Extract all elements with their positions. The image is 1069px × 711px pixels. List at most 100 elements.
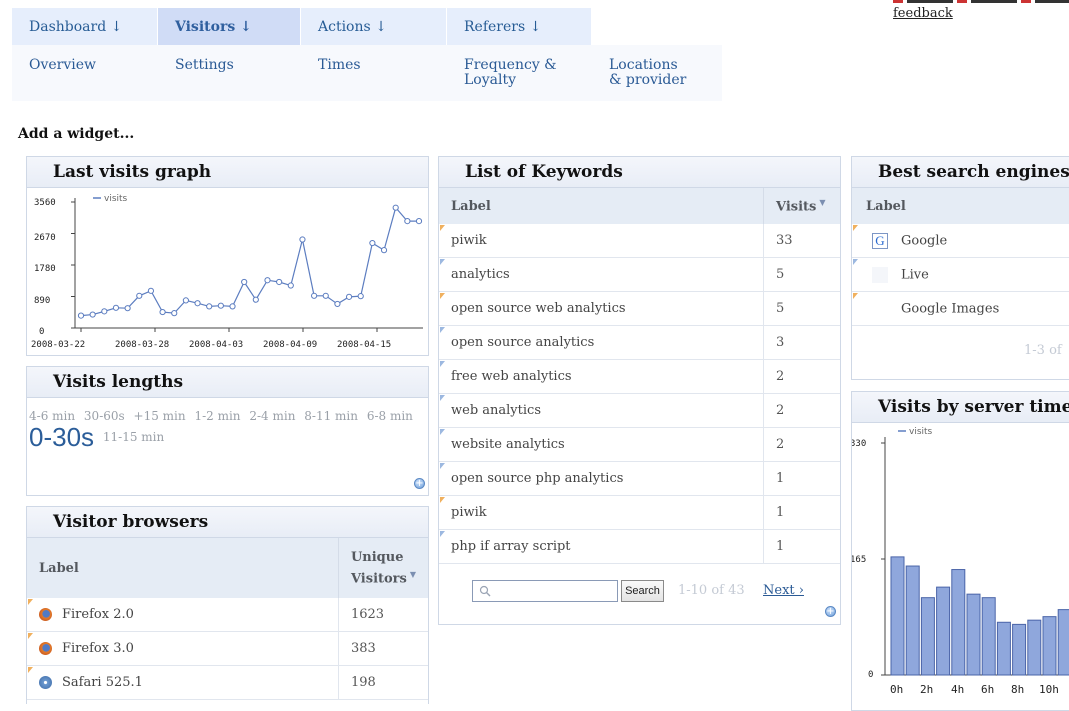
data-point (229, 303, 236, 310)
tag-item: 30-60s (83, 409, 125, 423)
row-marker (440, 497, 445, 503)
row-marker (28, 599, 33, 605)
subtab-times[interactable]: Times (301, 45, 447, 101)
add-icon[interactable]: + (825, 606, 836, 617)
widget-title[interactable]: Last visits graph (27, 157, 428, 188)
data-point (369, 239, 376, 247)
table-row[interactable]: G Google (852, 224, 1069, 258)
row-label: website analytics (451, 437, 565, 452)
bar (1027, 619, 1042, 676)
table-row[interactable]: piwik 33 (439, 224, 840, 258)
data-point (136, 292, 143, 299)
feedback-link[interactable]: feedback (893, 6, 953, 21)
column-header-label[interactable]: Label (852, 188, 1069, 224)
row-marker (440, 429, 445, 435)
table-row[interactable]: open source web analytics 5 (439, 291, 840, 326)
subtab-frequency-loyalty[interactable]: Frequency & Loyalty (447, 45, 592, 101)
row-label: Google Images (901, 301, 1000, 316)
data-point (357, 293, 364, 300)
data-point (241, 278, 248, 286)
column-header-text: Unique Visitors (350, 549, 407, 587)
add-icon[interactable]: + (414, 478, 425, 489)
add-widget-link[interactable]: Add a widget... (18, 126, 134, 142)
bar (905, 565, 920, 676)
google-images-icon (872, 301, 888, 317)
x-tick-label: 2008-04-03 (189, 340, 244, 350)
column-header-unique-visitors[interactable]: Unique Visitors ▼ (337, 538, 428, 598)
table-row[interactable]: open source analytics 3 (439, 325, 840, 360)
row-marker (440, 259, 445, 265)
search-button[interactable]: Search (621, 580, 664, 602)
widget-title[interactable]: Visits by server time (852, 392, 1069, 423)
safari-icon (39, 676, 52, 689)
tag-item: 6-8 min (366, 409, 413, 423)
row-marker (440, 225, 445, 231)
bar (920, 597, 935, 676)
subtab-overview[interactable]: Overview (12, 45, 158, 101)
bar (966, 593, 981, 676)
data-point (252, 296, 259, 303)
x-tick-label: 2008-03-22 (31, 340, 86, 350)
row-value: 5 (763, 291, 840, 326)
widget-title[interactable]: Visitor browsers (27, 507, 428, 538)
legend-label: visits (909, 427, 933, 437)
x-tick-label: 4h (951, 683, 965, 696)
sort-desc-icon: ▼ (819, 197, 826, 208)
tab-referers[interactable]: Referers ↓ (447, 8, 592, 45)
search-engines-table: Label G Google Live Google Images (852, 188, 1069, 326)
table-row[interactable]: free web analytics 2 (439, 359, 840, 394)
column-header-label[interactable]: Label (27, 538, 339, 598)
table-row[interactable]: web analytics 2 (439, 393, 840, 428)
feedback-flags (893, 0, 1069, 3)
table-row[interactable]: Firefox 2.0 1623 (27, 598, 428, 632)
widget-title[interactable]: Best search engines (852, 157, 1069, 188)
subtab-locations-provider[interactable]: Locations & provider (592, 45, 722, 101)
table-row[interactable]: php if array script 1 (439, 529, 840, 564)
row-value: 1 (763, 495, 840, 530)
last-visits-chart: visits (71, 194, 423, 332)
table-row[interactable]: analytics 5 (439, 257, 840, 292)
bar (996, 621, 1011, 676)
tag-item: +15 min (133, 409, 186, 423)
firefox-icon (39, 642, 52, 655)
column-header-label[interactable]: Label (439, 188, 764, 224)
table-row[interactable]: Firefox 3.0 383 (27, 631, 428, 666)
row-marker (440, 531, 445, 537)
widget-title[interactable]: Visits lengths (27, 367, 428, 398)
row-label: free web analytics (451, 369, 572, 384)
widget-title[interactable]: List of Keywords (439, 157, 840, 188)
data-point (404, 218, 411, 225)
sub-menu: Overview Settings Times Frequency & Loya… (12, 45, 722, 101)
row-label: Firefox 2.0 (62, 607, 134, 622)
main-menu-tabs: Dashboard ↓ Visitors ↓ Actions ↓ Referer… (12, 8, 722, 45)
table-row[interactable]: Live (852, 257, 1069, 292)
tab-visitors[interactable]: Visitors ↓ (158, 8, 301, 45)
data-point (217, 302, 224, 309)
table-row[interactable]: piwik 1 (439, 495, 840, 530)
table-row[interactable]: Safari 525.1 198 (27, 665, 428, 700)
bar (1012, 623, 1027, 676)
next-page-link[interactable]: Next › (763, 583, 804, 598)
row-label: Firefox 3.0 (62, 641, 134, 656)
table-row[interactable]: Google Images (852, 291, 1069, 326)
row-marker (440, 293, 445, 299)
row-marker (440, 361, 445, 367)
tab-dashboard[interactable]: Dashboard ↓ (12, 8, 158, 45)
data-point (171, 310, 178, 317)
data-point (380, 247, 388, 254)
tag-item: 11-15 min (102, 430, 165, 444)
data-point (311, 292, 318, 299)
data-point (287, 282, 294, 289)
bar (951, 569, 966, 676)
table-row[interactable]: open source php analytics 1 (439, 461, 840, 496)
series-line-visits (80, 206, 419, 317)
column-header-visits[interactable]: Visits ▼ (763, 188, 840, 224)
subtab-settings[interactable]: Settings (158, 45, 301, 101)
row-value: 2 (763, 393, 840, 428)
search-input[interactable] (472, 580, 618, 602)
tab-actions[interactable]: Actions ↓ (301, 8, 447, 45)
data-point (194, 300, 201, 307)
table-row[interactable]: website analytics 2 (439, 427, 840, 462)
bar (1042, 616, 1057, 676)
row-marker (28, 633, 33, 639)
